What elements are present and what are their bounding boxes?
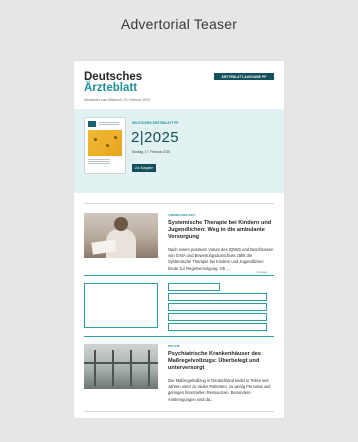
cover-artwork: [88, 130, 122, 156]
image-pillar: [94, 350, 96, 386]
newsletter-preview: Deutsches Ärzteblatt ÄRZTEBLATT-AUSGABE …: [74, 61, 284, 418]
newsletter-date: Newsletter vom Mittwoch, 19. Februar 202…: [84, 98, 150, 102]
article-image[interactable]: [84, 344, 158, 389]
section-divider: [84, 203, 274, 204]
advertorial-kicker-placeholder: [168, 283, 220, 291]
advertorial-label: Anzeige: [257, 270, 268, 274]
advertorial-text-placeholder: [168, 323, 267, 331]
issue-cta-button[interactable]: ÄRZTEBLATT-AUSGABE PP: [214, 73, 274, 80]
article-kicker: POLITIK: [168, 344, 180, 348]
advertorial-top-line: [84, 275, 274, 276]
article-text: POLITIK Psychiatrische Krankenhäuser des…: [168, 344, 274, 403]
cover-footer-lines: [88, 159, 110, 160]
article-title[interactable]: Systemische Therapie bei Kindern und Jug…: [168, 220, 274, 242]
advertorial-title-placeholder: [168, 293, 267, 301]
advertorial-text-placeholder: [168, 313, 267, 321]
brand-line-2: Ärzteblatt: [84, 82, 138, 94]
image-head: [114, 217, 128, 231]
article-kicker: THEMEN DER ZEIT: [168, 213, 196, 217]
article-title[interactable]: Psychiatrische Krankenhäuser des Maßrege…: [168, 351, 274, 373]
article-text: THEMEN DER ZEIT Systemische Therapie bei…: [168, 213, 274, 272]
section-divider: [84, 411, 274, 412]
advertorial-bottom-line: [84, 336, 274, 337]
cover-lines: [99, 122, 119, 123]
issue-teaser: DEUTSCHES ÄRZTEBLATT PP 2|2025 Montag, 1…: [74, 109, 284, 193]
advertorial-image-placeholder: [84, 283, 158, 328]
cover-logo: [88, 121, 96, 127]
article-excerpt: Der Maßregelvollzug in Deutschland leide…: [168, 377, 271, 402]
issue-date: Montag, 17. Februar 2025: [132, 150, 171, 154]
issue-cover-image[interactable]: [84, 117, 126, 174]
article-image[interactable]: [84, 213, 158, 258]
page-title: Advertorial Teaser: [120, 16, 238, 32]
article-excerpt: Nach einem positiven Votum des IQWiG und…: [168, 246, 274, 271]
image-pillar: [130, 350, 132, 386]
issue-open-button[interactable]: Zur Ausgabe: [132, 164, 156, 172]
issue-number: 2|2025: [131, 129, 180, 146]
cover-dot: [114, 136, 117, 139]
brand-logo[interactable]: Deutsches Ärzteblatt: [84, 71, 142, 94]
image-pillar: [112, 350, 114, 386]
image-pillar: [148, 350, 150, 386]
cover-dot: [106, 144, 109, 147]
cover-dot: [94, 138, 97, 141]
advertorial-text-placeholder: [168, 303, 267, 311]
issue-label: DEUTSCHES ÄRZTEBLATT PP: [132, 121, 179, 125]
